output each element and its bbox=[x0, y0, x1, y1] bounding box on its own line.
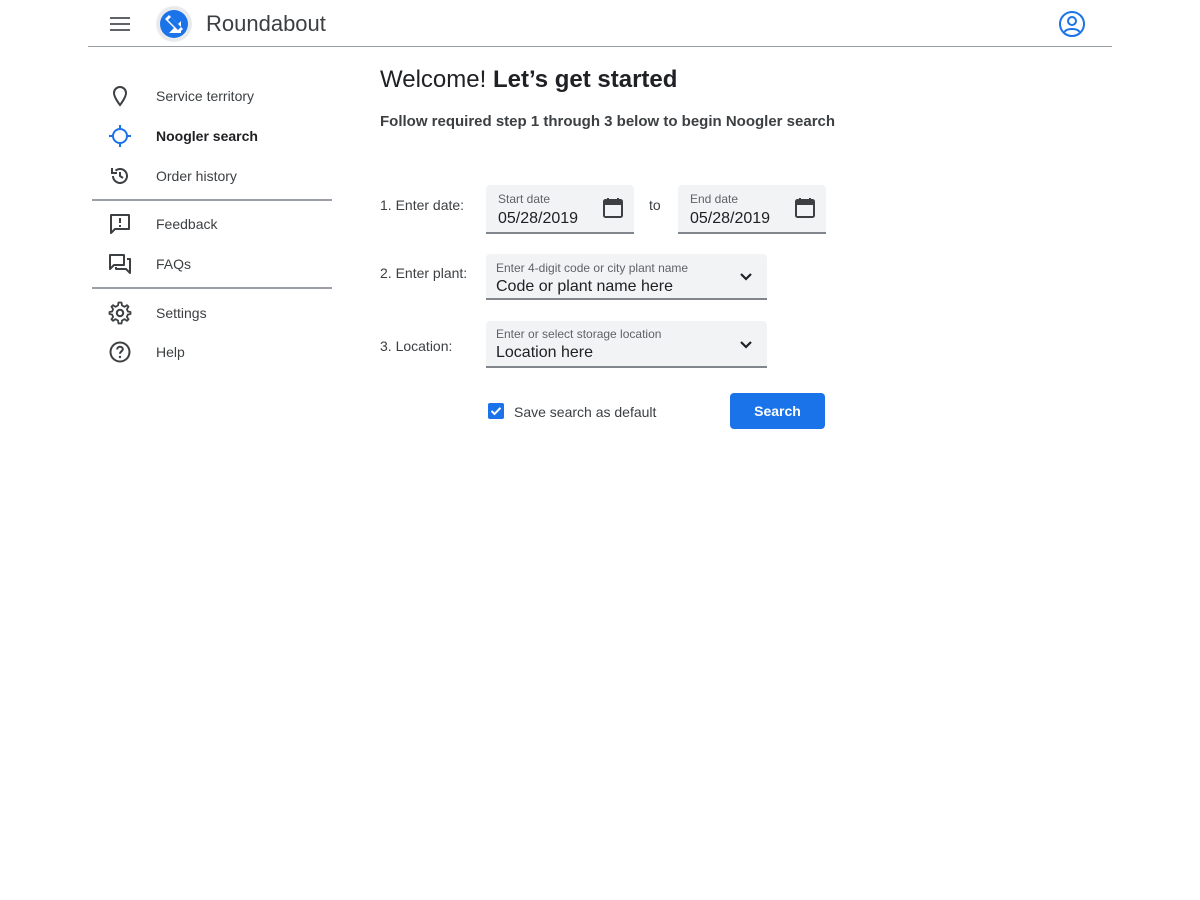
step2-label: 2. Enter plant: bbox=[380, 265, 468, 281]
gear-icon bbox=[108, 301, 132, 325]
sidebar-item-noogler-search[interactable]: Noogler search bbox=[92, 116, 332, 156]
start-date-field[interactable]: Start date 05/28/2019 bbox=[486, 185, 634, 234]
search-button[interactable]: Search bbox=[730, 393, 825, 429]
welcome-bold-text: Let’s get started bbox=[492, 66, 678, 93]
app-title: Roundabout bbox=[206, 11, 326, 36]
page-subtitle: Follow required step 1 through 3 below t… bbox=[380, 113, 836, 130]
calendar-icon[interactable] bbox=[601, 196, 625, 220]
forum-icon bbox=[109, 254, 131, 274]
header-divider bbox=[88, 46, 1112, 47]
feedback-icon bbox=[110, 214, 130, 234]
sidebar-item-label: Settings bbox=[156, 305, 207, 321]
date-range-to: to bbox=[649, 197, 661, 213]
end-date-field[interactable]: End date 05/28/2019 bbox=[678, 185, 826, 234]
roundabout-logo bbox=[156, 6, 192, 42]
sidebar-item-label: Feedback bbox=[156, 216, 218, 232]
sidebar-item-label: Noogler search bbox=[156, 128, 258, 144]
sidebar-item-help[interactable]: Help bbox=[92, 332, 332, 372]
save-default-checkbox[interactable] bbox=[487, 402, 505, 420]
sidebar-item-label: Order history bbox=[156, 168, 237, 184]
sidebar-item-label: Help bbox=[156, 344, 185, 360]
location-field-placeholder[interactable]: Location here bbox=[496, 343, 593, 363]
sidebar-item-order-history[interactable]: Order history bbox=[92, 156, 332, 196]
sidebar-item-feedback[interactable]: Feedback bbox=[92, 204, 332, 244]
chevron-down-icon[interactable] bbox=[734, 265, 758, 289]
location-field-label: Enter or select storage location bbox=[496, 327, 662, 341]
sidebar-item-label: FAQs bbox=[156, 256, 192, 272]
sidebar-item-faqs[interactable]: FAQs bbox=[92, 244, 332, 284]
sidebar-item-service-territory[interactable]: Service territory bbox=[92, 76, 332, 116]
chevron-down-icon[interactable] bbox=[734, 333, 758, 357]
plant-field-placeholder[interactable]: Code or plant name here bbox=[496, 277, 673, 297]
start-date-value[interactable]: 05/28/2019 bbox=[498, 209, 578, 229]
page-title: Welcome! Let’s get started bbox=[380, 64, 677, 96]
crosshair-icon bbox=[109, 125, 131, 147]
sidebar-divider bbox=[92, 199, 332, 201]
plant-field-label: Enter 4-digit code or city plant name bbox=[496, 261, 689, 275]
sidebar-item-settings[interactable]: Settings bbox=[92, 293, 332, 333]
history-icon bbox=[111, 167, 128, 184]
plant-dropdown[interactable]: Enter 4-digit code or city plant name Co… bbox=[486, 254, 767, 300]
step3-label: 3. Location: bbox=[380, 338, 453, 354]
location-dropdown[interactable]: Enter or select storage location Locatio… bbox=[486, 321, 767, 368]
hamburger-menu-icon[interactable] bbox=[110, 17, 130, 31]
location-pin-icon bbox=[112, 85, 128, 107]
calendar-icon[interactable] bbox=[793, 196, 817, 220]
save-default-label[interactable]: Save search as default bbox=[514, 403, 656, 421]
start-date-label: Start date bbox=[498, 192, 551, 206]
help-circle-icon bbox=[109, 341, 131, 363]
account-circle-icon[interactable] bbox=[1058, 10, 1086, 38]
step1-label: 1. Enter date: bbox=[380, 197, 465, 213]
welcome-text: Welcome! bbox=[380, 66, 487, 93]
end-date-label: End date bbox=[690, 192, 739, 206]
sidebar-item-label: Service territory bbox=[156, 88, 255, 104]
sidebar-divider bbox=[92, 287, 332, 289]
end-date-value[interactable]: 05/28/2019 bbox=[690, 209, 770, 229]
